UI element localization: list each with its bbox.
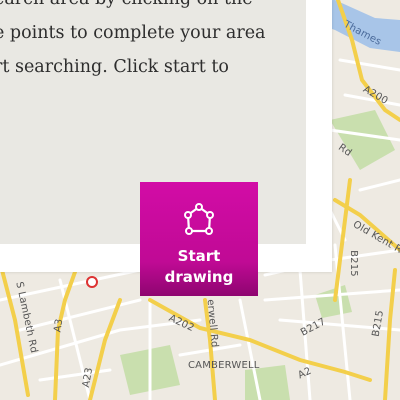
instructions-line-2: e points to complete your area: [0, 23, 266, 43]
start-drawing-label-line-1: Start: [177, 247, 221, 265]
station-marker: [86, 276, 98, 288]
map-label-b215-a: B215: [347, 250, 359, 277]
polygon-draw-icon: [184, 203, 214, 235]
instructions-text: earch area by clicking on the e points t…: [0, 0, 294, 84]
instructions-line-3: rt searching. Click start to: [0, 57, 229, 77]
instructions-line-1: earch area by clicking on the: [0, 0, 253, 9]
map-view[interactable]: Thames A200 Rd Old Kent R B215 B215 S La…: [0, 0, 400, 400]
start-drawing-label-line-2: drawing: [164, 268, 234, 286]
map-label-a3: A3: [52, 317, 66, 334]
map-label-camberwell: CAMBERWELL: [188, 360, 260, 371]
start-drawing-button[interactable]: Start drawing: [140, 182, 258, 296]
start-drawing-label: Start drawing: [140, 246, 258, 288]
